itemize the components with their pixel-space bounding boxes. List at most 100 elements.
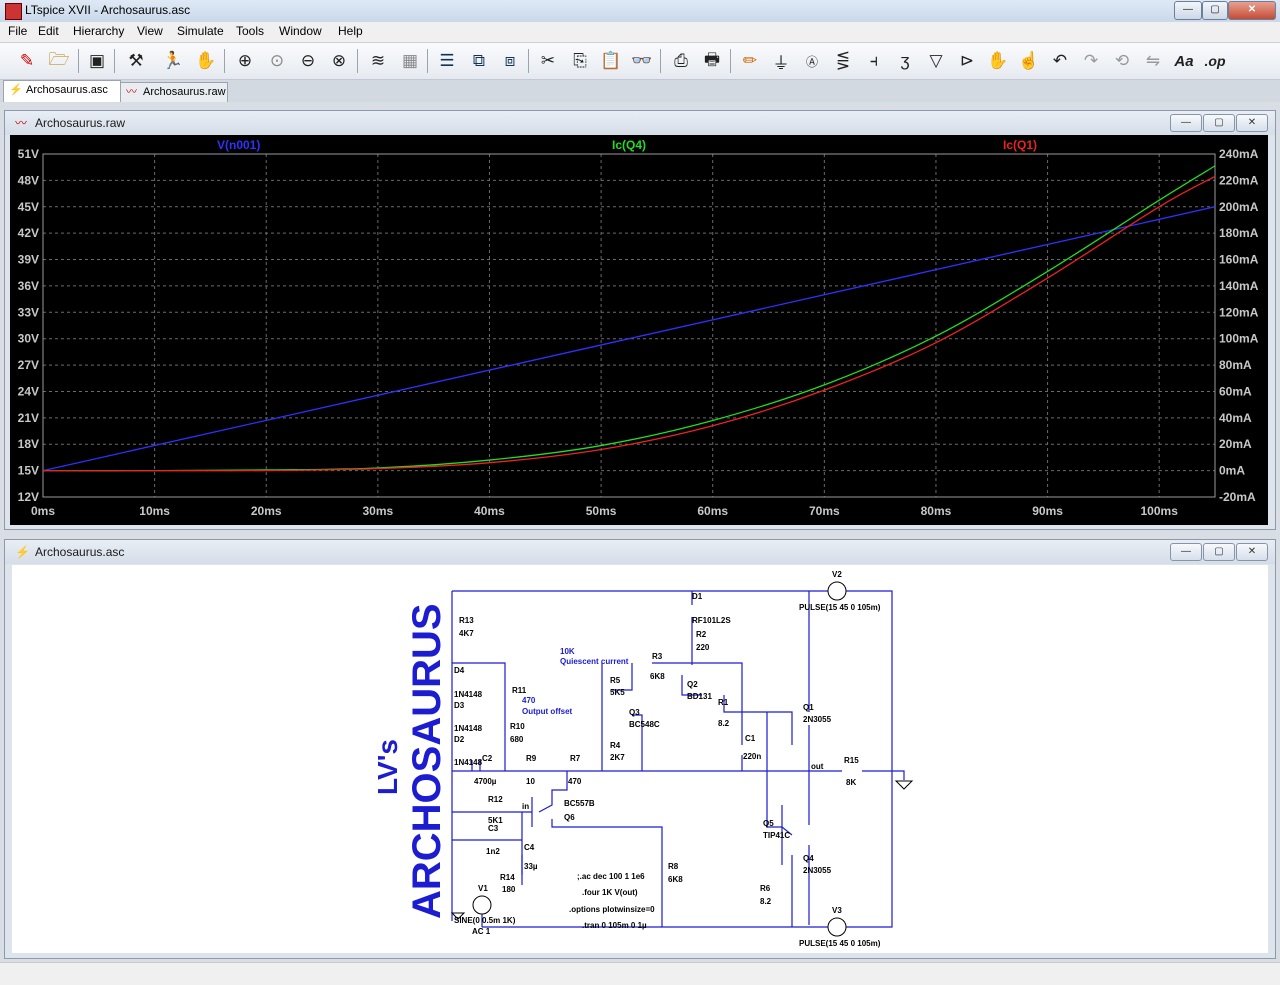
text-icon[interactable]: Aa — [1171, 48, 1197, 74]
waveform-close-button[interactable]: ✕ — [1236, 114, 1268, 132]
schematic-canvas[interactable]: ARCHOSAURUS LV's R13 4K7 D4 1N4148 D3 1N… — [12, 565, 1268, 953]
minimize-button[interactable]: — — [1174, 1, 1202, 20]
label-net-icon[interactable]: Ⓐ — [799, 48, 825, 74]
inductor-icon[interactable]: ʒ — [892, 48, 918, 74]
label-v1-ac: AC 1 — [472, 927, 491, 936]
waveform-plot[interactable]: 51V 48V 45V 42V 39V 36V 33V 30V 27V 24V 21V 18V 15V 1… — [10, 135, 1268, 525]
y-left-tick-label: 36V — [18, 279, 39, 293]
diode-icon[interactable]: ▽ — [923, 48, 949, 74]
label-q5-model: TIP41C — [763, 831, 790, 840]
find-icon[interactable]: 👓 — [629, 48, 655, 74]
halt-icon[interactable]: ✋ — [193, 48, 219, 74]
capacitor-icon[interactable]: ⫞ — [861, 48, 887, 74]
control-panel-icon[interactable]: ⚒ — [123, 48, 149, 74]
brand-title: ARCHOSAURUS — [405, 603, 449, 919]
directive-tran[interactable]: .tran 0 105m 0 1µ — [582, 921, 647, 930]
tile-horizontal-icon[interactable]: ☰ — [434, 48, 460, 74]
tile-vertical-icon[interactable]: ⧈ — [497, 48, 523, 74]
tab-archosaurus-raw[interactable]: 〰 Archosaurus.raw — [120, 82, 228, 102]
new-schematic-icon[interactable]: ✎ — [14, 48, 40, 74]
label-c3-value: 1n2 — [486, 847, 500, 856]
waveform-restore-button[interactable]: ▢ — [1203, 114, 1235, 132]
menu-hierarchy[interactable]: Hierarchy — [73, 24, 124, 38]
y-left-tick-label: 21V — [18, 411, 39, 425]
copy-icon[interactable]: ⎘ — [567, 48, 593, 74]
label-v2: V2 — [832, 570, 842, 579]
draw-wire-icon[interactable]: ✏ — [737, 48, 763, 74]
save-icon[interactable]: ▣ — [84, 48, 110, 74]
print-setup-icon[interactable]: 🖶 — [699, 48, 725, 74]
label-r15-value: 8K — [846, 778, 856, 787]
print-icon[interactable]: ⎙ — [668, 48, 694, 74]
source-v1[interactable] — [472, 895, 492, 915]
cut-icon[interactable]: ✂ — [535, 48, 561, 74]
schematic-close-button[interactable]: ✕ — [1236, 543, 1268, 561]
spice-directive-icon[interactable]: .op — [1202, 48, 1228, 74]
directive-options[interactable]: .options plotwinsize=0 — [569, 905, 655, 914]
directive-four[interactable]: .four 1K V(out) — [582, 888, 638, 897]
label-r5-comment-2: Quiescent current — [560, 657, 629, 666]
move-icon[interactable]: ✋ — [985, 48, 1011, 74]
net-label-out: out — [811, 762, 824, 771]
y-left-tick-label: 33V — [18, 305, 39, 319]
close-button[interactable]: ✕ — [1228, 1, 1276, 20]
schematic-background — [12, 565, 1268, 953]
ground-icon[interactable]: ⏚ — [768, 48, 794, 74]
rotate-icon[interactable]: ⟲ — [1109, 48, 1135, 74]
document-tabs: ⚡ Archosaurus.asc 〰 Archosaurus.raw — [0, 80, 1280, 102]
label-c2: C2 — [482, 754, 493, 763]
label-q2-model: BD131 — [687, 692, 712, 701]
menu-edit[interactable]: Edit — [38, 24, 59, 38]
label-q4: Q4 — [803, 854, 814, 863]
schematic-restore-button[interactable]: ▢ — [1203, 543, 1235, 561]
open-icon[interactable]: 🗁 — [46, 48, 72, 74]
menu-file[interactable]: File — [8, 24, 27, 38]
source-v2[interactable] — [827, 581, 847, 601]
zoom-out-icon[interactable]: ⊖ — [295, 48, 321, 74]
label-r3-value: 6K8 — [650, 672, 665, 681]
menu-view[interactable]: View — [137, 24, 163, 38]
drag-icon[interactable]: ☝ — [1016, 48, 1042, 74]
grid-icon[interactable]: ▦ — [397, 48, 423, 74]
directive-ac[interactable]: ;.ac dec 100 1 1e6 — [577, 872, 645, 881]
y-right-tick-label: 100mA — [1219, 332, 1259, 346]
menu-help[interactable]: Help — [338, 24, 363, 38]
paste-icon[interactable]: 📋 — [598, 48, 624, 74]
menu-window[interactable]: Window — [279, 24, 322, 38]
zoom-fit-icon[interactable]: ⊙ — [264, 48, 290, 74]
waveform-icon: 〰 — [126, 86, 137, 98]
y-left-tick-label: 27V — [18, 358, 39, 372]
label-v3-value: PULSE(15 45 0 105m) — [799, 939, 881, 948]
undo-icon[interactable]: ↶ — [1047, 48, 1073, 74]
waveform-minimize-button[interactable]: — — [1170, 114, 1202, 132]
waveform-icon: 〰 — [15, 116, 28, 130]
tab-archosaurus-asc[interactable]: ⚡ Archosaurus.asc — [3, 80, 121, 102]
x-tick-label: 80ms — [921, 504, 952, 518]
component-icon[interactable]: ⊳ — [954, 48, 980, 74]
trace-label-vn001[interactable]: V(n001) — [217, 138, 260, 152]
schematic-minimize-button[interactable]: — — [1170, 543, 1202, 561]
zoom-cancel-icon[interactable]: ⊗ — [326, 48, 352, 74]
ltspice-app-icon[interactable] — [5, 3, 22, 20]
redo-icon[interactable]: ↷ — [1078, 48, 1104, 74]
maximize-button[interactable]: ▢ — [1202, 1, 1228, 20]
cascade-icon[interactable]: ⧉ — [466, 48, 492, 74]
label-v1: V1 — [478, 884, 488, 893]
label-r5-comment-1: 10K — [560, 647, 575, 656]
label-r7: R7 — [570, 754, 581, 763]
label-d4: D4 — [454, 666, 465, 675]
run-icon[interactable]: 🏃 — [160, 48, 186, 74]
x-tick-label: 60ms — [697, 504, 728, 518]
mirror-icon[interactable]: ⇋ — [1140, 48, 1166, 74]
autorange-icon[interactable]: ≋ — [365, 48, 391, 74]
trace-label-icq1[interactable]: Ic(Q1) — [1003, 138, 1037, 152]
menu-simulate[interactable]: Simulate — [177, 24, 224, 38]
resistor-icon[interactable]: ⋚ — [830, 48, 856, 74]
source-v3[interactable] — [827, 917, 847, 937]
zoom-in-icon[interactable]: ⊕ — [232, 48, 258, 74]
label-c4: C4 — [524, 843, 535, 852]
label-q3-model: BC548C — [629, 720, 660, 729]
label-r9-value: 10 — [526, 777, 535, 786]
menu-tools[interactable]: Tools — [236, 24, 264, 38]
trace-label-icq4[interactable]: Ic(Q4) — [612, 138, 646, 152]
